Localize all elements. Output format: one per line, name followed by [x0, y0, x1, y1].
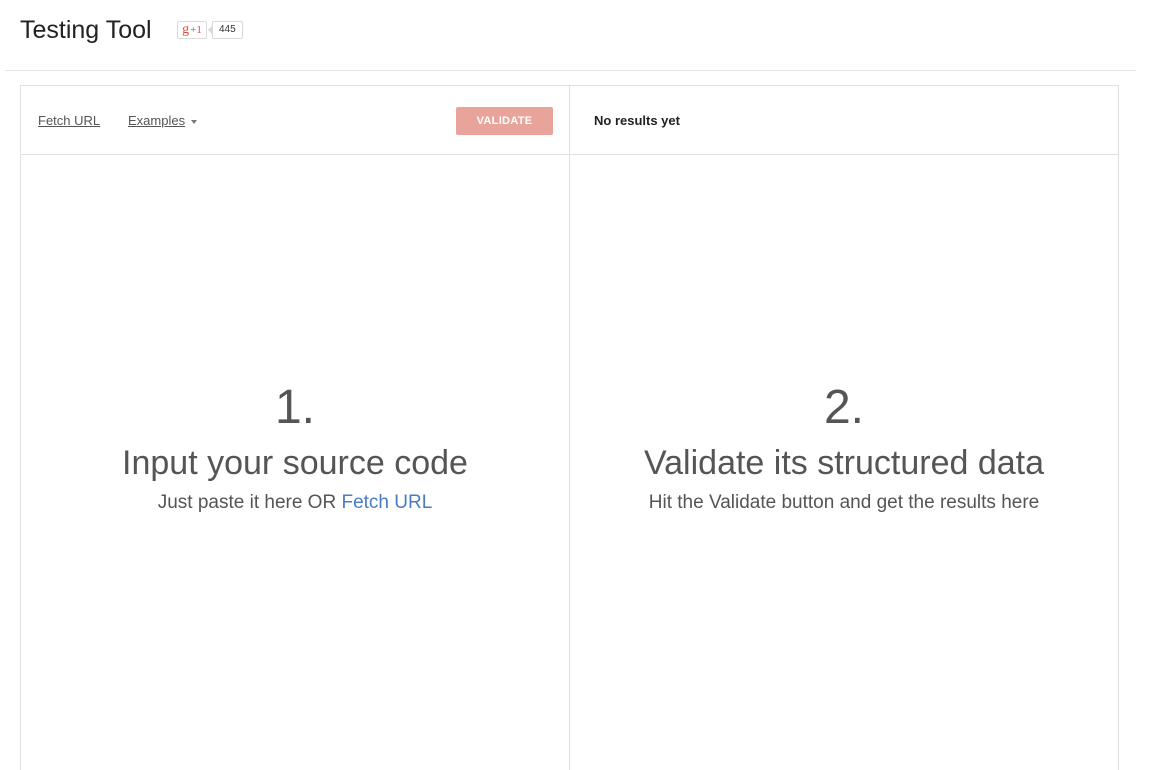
header: Testing Tool g +1 445 — [0, 0, 1173, 70]
caret-down-icon — [191, 119, 198, 124]
page-title: Testing Tool — [20, 16, 152, 44]
gplus-button[interactable]: g +1 — [177, 21, 207, 39]
examples-label: Examples — [128, 113, 186, 128]
step-sub-1: Just paste it here OR Fetch URL — [21, 492, 569, 514]
fetch-url-inline-link[interactable]: Fetch URL — [341, 492, 432, 513]
results-panel: No results yet 2. Validate its structure… — [570, 86, 1118, 770]
step-number-2: 2. — [823, 381, 865, 434]
step-heading-2: Validate its structured data — [643, 444, 1045, 482]
validate-button[interactable]: VALIDATE — [456, 107, 553, 135]
results-status: No results yet — [594, 113, 680, 128]
source-toolbar: Fetch URL Examples VALIDATE — [21, 86, 569, 155]
gplus-widget: g +1 445 — [177, 21, 243, 39]
panels: Fetch URL Examples VALIDATE 1. Input you… — [20, 85, 1119, 770]
results-toolbar: No results yet — [570, 86, 1118, 155]
step-sub-1-text: Just paste it here OR — [157, 492, 342, 513]
google-plus-icon: g — [182, 22, 190, 37]
source-panel[interactable]: Fetch URL Examples VALIDATE 1. Input you… — [21, 86, 570, 770]
gplus-label: +1 — [190, 24, 202, 36]
header-divider — [5, 70, 1136, 71]
step-number-1: 1. — [274, 381, 316, 434]
gplus-count: 445 — [208, 21, 243, 39]
fetch-url-link[interactable]: Fetch URL — [38, 113, 100, 128]
examples-dropdown[interactable]: Examples — [128, 113, 198, 128]
step-sub-2: Hit the Validate button and get the resu… — [648, 492, 1040, 513]
step-heading-1: Input your source code — [122, 444, 468, 482]
page: Testing Tool g +1 445 Fetch URL Examples … — [0, 0, 1173, 770]
